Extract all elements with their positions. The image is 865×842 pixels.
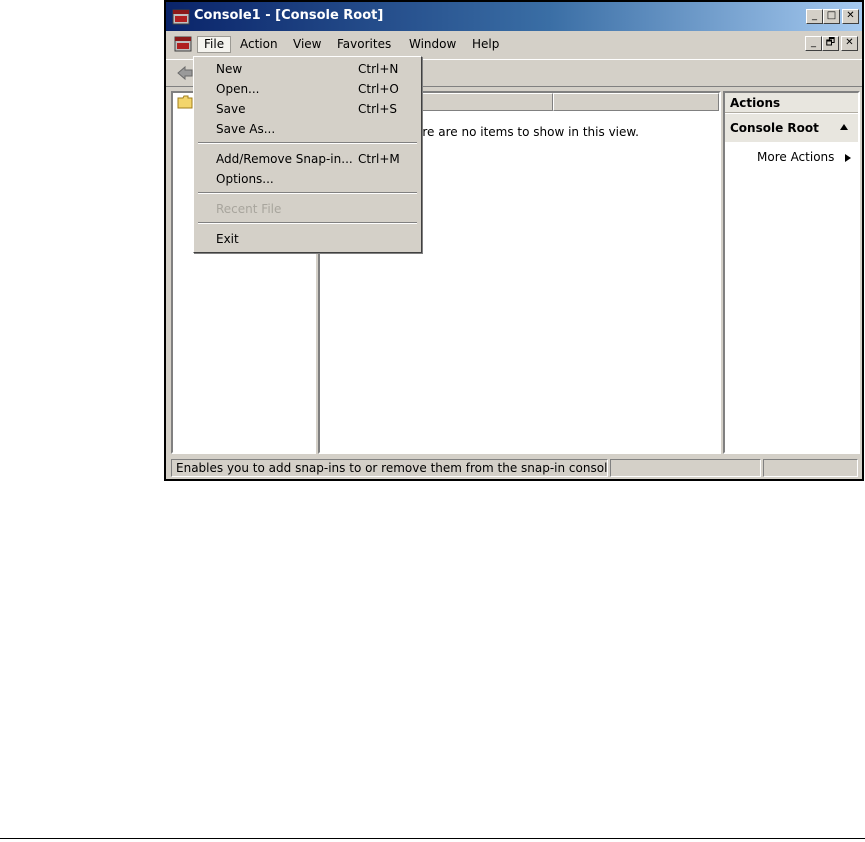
menu-separator [198, 192, 417, 194]
triangle-up-icon[interactable] [840, 124, 848, 130]
actions-pane: Actions Console Root More Actions [723, 91, 860, 454]
menu-item-label: Add/Remove Snap-in... [216, 152, 353, 166]
menu-separator [198, 142, 417, 144]
mmc-console-icon[interactable] [174, 35, 192, 53]
status-panel [610, 459, 761, 477]
mdi-restore-button[interactable]: 🗗 [822, 36, 839, 51]
menu-item-label: Exit [216, 232, 239, 246]
file-dropdown-menu: New Ctrl+N Open... Ctrl+O Save Ctrl+S Sa… [193, 56, 422, 253]
menu-item-label: New [216, 62, 243, 76]
close-button[interactable]: ✕ [842, 9, 859, 24]
menu-item-label: Recent File [216, 202, 282, 216]
status-bar: Enables you to add snap-ins to or remove… [166, 457, 862, 479]
maximize-button[interactable]: □ [823, 9, 840, 24]
menu-window[interactable]: Window [403, 36, 462, 53]
menu-action[interactable]: Action [234, 36, 284, 53]
actions-section-console-root[interactable]: Console Root [725, 114, 858, 142]
empty-view-message: ere are no items to show in this view. [415, 125, 639, 139]
minimize-button[interactable]: _ [806, 9, 823, 24]
menu-item-add-remove-snap-in[interactable]: Add/Remove Snap-in... Ctrl+M [196, 149, 419, 169]
page-divider [0, 838, 865, 839]
mmc-console-icon [172, 9, 190, 25]
title-bar[interactable]: Console1 - [Console Root] _ □ ✕ [166, 2, 862, 31]
menu-item-shortcut: Ctrl+S [358, 102, 398, 116]
mdi-minimize-button[interactable]: _ [805, 36, 822, 51]
menu-item-save-as[interactable]: Save As... [196, 119, 419, 139]
actions-section-title: Console Root [730, 121, 819, 135]
menu-separator [198, 222, 417, 224]
menu-item-new[interactable]: New Ctrl+N [196, 59, 419, 79]
menu-item-label: Options... [216, 172, 274, 186]
menu-item-open[interactable]: Open... Ctrl+O [196, 79, 419, 99]
menu-help[interactable]: Help [466, 36, 505, 53]
actions-header: Actions [725, 93, 858, 113]
status-text: Enables you to add snap-ins to or remove… [171, 459, 608, 477]
menu-favorites[interactable]: Favorites [331, 36, 397, 53]
menu-item-save[interactable]: Save Ctrl+S [196, 99, 419, 119]
menu-item-label: Save [216, 102, 246, 116]
folder-icon [177, 95, 193, 109]
more-actions-link[interactable]: More Actions [757, 149, 834, 165]
menu-file[interactable]: File [197, 36, 232, 53]
back-arrow-icon[interactable] [176, 65, 194, 81]
menu-item-shortcut: Ctrl+M [358, 152, 400, 166]
menu-bar: File Action View Favorites Window Help _… [166, 31, 862, 58]
window-title: Console1 - [Console Root] [194, 8, 384, 23]
triangle-right-icon [845, 154, 851, 162]
menu-item-options[interactable]: Options... [196, 169, 419, 189]
menu-view[interactable]: View [287, 36, 327, 53]
menu-item-shortcut: Ctrl+N [358, 62, 399, 76]
status-panel [763, 459, 858, 477]
menu-item-shortcut: Ctrl+O [358, 82, 399, 96]
menu-item-recent-file: Recent File [196, 199, 419, 219]
menu-item-label: Open... [216, 82, 260, 96]
column-header[interactable] [553, 93, 719, 111]
mdi-close-button[interactable]: ✕ [841, 36, 858, 51]
menu-item-label: Save As... [216, 122, 276, 136]
menu-item-exit[interactable]: Exit [196, 229, 419, 249]
